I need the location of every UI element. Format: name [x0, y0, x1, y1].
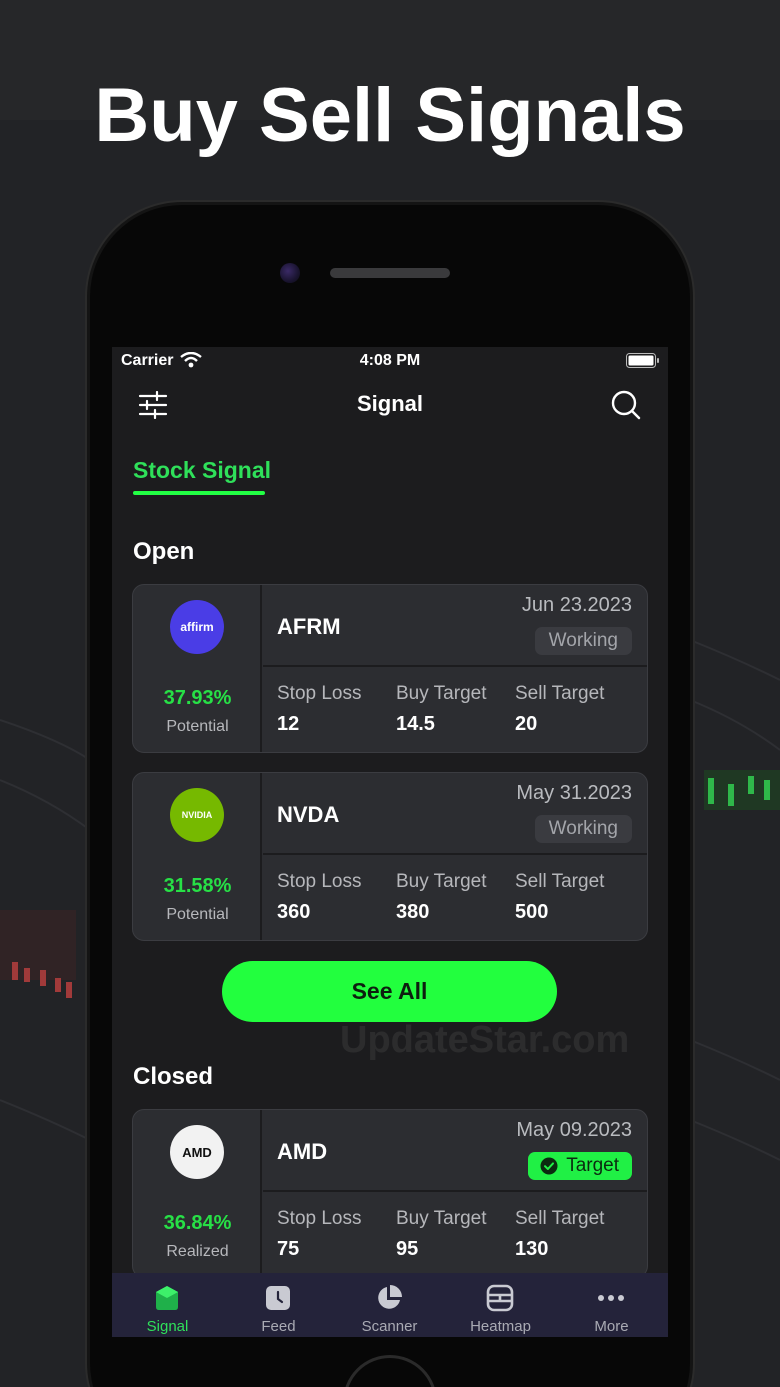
amd-logo-icon: AMD — [170, 1125, 224, 1179]
card-left-panel: AMD 36.84% Realized — [133, 1110, 262, 1277]
card-divider — [263, 665, 647, 667]
search-icon[interactable] — [610, 389, 642, 421]
status-bar: Carrier 4:08 PM — [112, 347, 668, 375]
metric-label: Stop Loss — [277, 683, 362, 704]
metric-value: 20 — [515, 713, 538, 735]
card-divider — [263, 853, 647, 855]
metric-label: Stop Loss — [277, 1208, 362, 1229]
signal-card-afrm[interactable]: affirm 37.93% Potential AFRM Jun 23.2023… — [132, 584, 648, 753]
tab-more[interactable]: More — [556, 1273, 667, 1337]
metric-label: Stop Loss — [277, 871, 362, 892]
card-divider — [263, 1190, 647, 1192]
percent-value: 31.58% — [163, 875, 232, 897]
tab-heatmap[interactable]: Heatmap — [445, 1273, 556, 1337]
page-title: Signal — [356, 391, 423, 416]
camera — [280, 263, 300, 283]
card-left-panel: affirm 37.93% Potential — [133, 585, 262, 752]
metric-label: Buy Target — [396, 1208, 487, 1229]
section-closed-title: Closed — [133, 1063, 214, 1090]
heatmap-icon — [486, 1284, 514, 1312]
card-left-panel: NVIDIA 31.58% Potential — [133, 773, 262, 940]
tab-signal[interactable]: Signal — [112, 1273, 223, 1337]
section-open-title: Open — [133, 538, 195, 565]
ticker: AFRM — [277, 614, 341, 639]
metric-label: Sell Target — [515, 683, 605, 704]
metric-value: 95 — [396, 1238, 419, 1260]
feed-icon — [266, 1286, 290, 1310]
signal-card-amd[interactable]: AMD 36.84% Realized AMD May 09.2023 Targ… — [132, 1109, 648, 1278]
metric-stop-loss: Stop Loss 12 — [277, 683, 362, 736]
metric-value: 12 — [277, 713, 300, 735]
metric-label: Buy Target — [396, 871, 487, 892]
metric-buy-target: Buy Target 380 — [396, 871, 486, 924]
metric-stop-loss: Stop Loss 360 — [277, 871, 362, 924]
tab-label: Heatmap — [470, 1318, 531, 1335]
headline: Buy Sell Signals — [94, 73, 686, 158]
tab-active-indicator — [133, 491, 265, 495]
percent-label: Realized — [166, 1243, 229, 1260]
metric-value: 500 — [515, 901, 549, 923]
tab-label: Signal — [146, 1318, 189, 1335]
metric-buy-target: Buy Target 14.5 — [396, 683, 486, 736]
status-badge-target: Target — [528, 1152, 632, 1180]
metric-label: Sell Target — [515, 871, 605, 892]
metric-value: 130 — [515, 1238, 549, 1260]
signal-date: May 09.2023 — [516, 1119, 632, 1141]
metric-value: 75 — [277, 1238, 300, 1260]
scanner-icon — [378, 1285, 402, 1309]
percent-value: 36.84% — [163, 1212, 232, 1234]
affirm-logo-icon: affirm — [170, 600, 224, 654]
metric-sell-target: Sell Target 130 — [515, 1208, 604, 1261]
signal-date: May 31.2023 — [516, 782, 632, 804]
ticker: NVDA — [277, 802, 340, 827]
percent-value: 37.93% — [163, 687, 232, 709]
metric-value: 360 — [277, 901, 311, 923]
tab-feed[interactable]: Feed — [223, 1273, 334, 1337]
metric-value: 14.5 — [396, 713, 435, 735]
metric-stop-loss: Stop Loss 75 — [277, 1208, 362, 1261]
metric-sell-target: Sell Target 500 — [515, 871, 604, 924]
bottom-tab-bar: Signal Feed Scanner Heatmap More — [112, 1273, 668, 1337]
tab-stock-signal[interactable]: Stock Signal — [133, 457, 271, 484]
status-badge-label: Target — [566, 1155, 619, 1176]
home-button[interactable] — [343, 1355, 437, 1387]
nvidia-logo-icon: NVIDIA — [170, 788, 224, 842]
status-badge: Working — [534, 815, 632, 843]
percent-label: Potential — [166, 718, 229, 735]
metric-label: Sell Target — [515, 1208, 605, 1229]
signal-icon — [156, 1286, 178, 1310]
battery-icon — [626, 353, 659, 368]
signal-date: Jun 23.2023 — [521, 594, 632, 616]
see-all-button[interactable]: See All — [222, 961, 557, 1022]
status-badge: Working — [534, 627, 632, 655]
check-circle-icon — [540, 1157, 558, 1175]
signal-card-nvda[interactable]: NVIDIA 31.58% Potential NVDA May 31.2023… — [132, 772, 648, 941]
metric-value: 380 — [396, 901, 430, 923]
tab-label: More — [594, 1318, 629, 1335]
metric-label: Buy Target — [396, 683, 487, 704]
watermark: UpdateStar.com — [340, 1019, 630, 1061]
ticker: AMD — [277, 1139, 328, 1164]
more-icon — [598, 1295, 624, 1301]
status-time: 4:08 PM — [359, 352, 421, 369]
percent-label: Potential — [166, 906, 229, 923]
tab-label: Feed — [261, 1318, 296, 1335]
app-screen: Carrier 4:08 PM Signal Stock Signal Open — [112, 347, 668, 1337]
tab-label: Scanner — [361, 1318, 418, 1335]
metric-buy-target: Buy Target 95 — [396, 1208, 486, 1261]
speaker — [330, 268, 450, 278]
nav-bar: Signal — [112, 383, 668, 427]
tab-scanner[interactable]: Scanner — [334, 1273, 445, 1337]
metric-sell-target: Sell Target 20 — [515, 683, 604, 736]
